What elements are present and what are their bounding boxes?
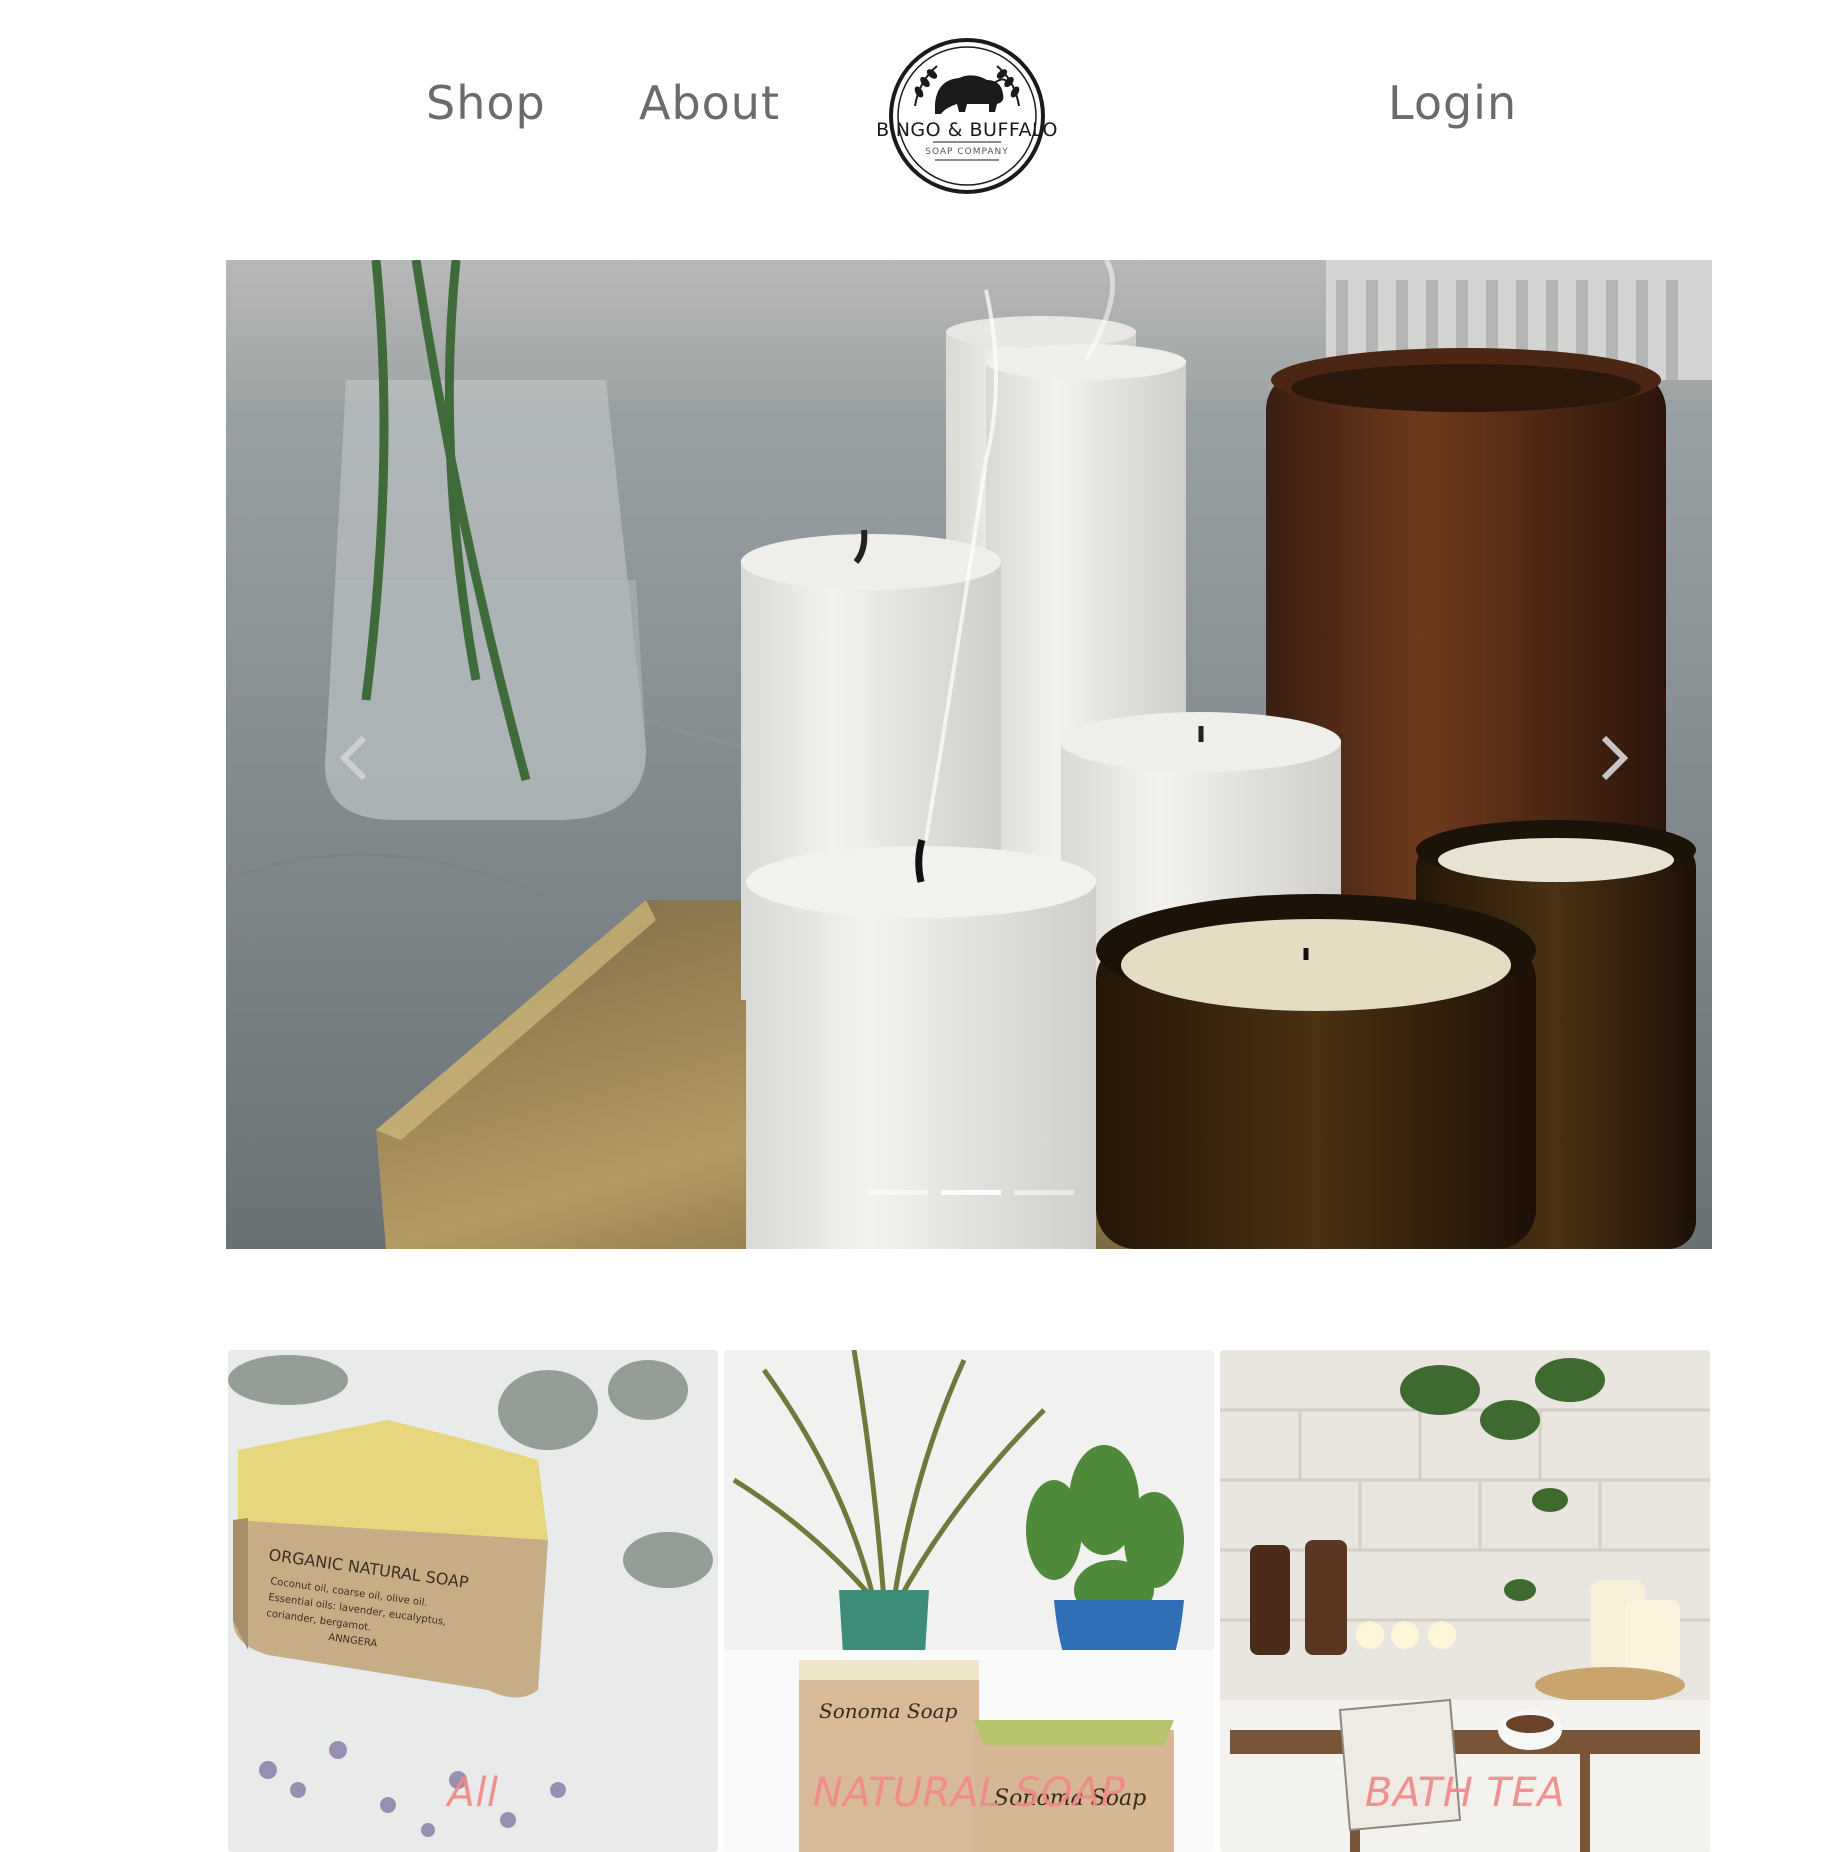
brand-logo[interactable]: BINGO & BUFFALO SOAP COMPANY [855, 36, 1080, 196]
carousel-indicators [868, 1190, 1074, 1198]
chevron-right-icon[interactable] [1594, 730, 1634, 786]
nav-about-link[interactable]: About [639, 76, 780, 130]
carousel-dot-3[interactable] [1014, 1190, 1074, 1195]
logo-brand-text: BINGO & BUFFALO [876, 119, 1058, 141]
candles-photo [226, 260, 1712, 1249]
category-label-bath-tea: BATH TEA [1364, 1770, 1566, 1816]
sonoma-label-1: Sonoma Soap [819, 1699, 958, 1723]
category-label-natural-soap: NATURAL SOAP [812, 1770, 1126, 1816]
category-label-all: All [447, 1770, 499, 1816]
carousel-dot-2[interactable] [941, 1190, 1001, 1195]
category-tile-bath-tea[interactable]: BATH TEA [1220, 1350, 1710, 1852]
nav-login-link[interactable]: Login [1388, 76, 1517, 130]
chevron-left-icon[interactable] [334, 730, 374, 786]
buffalo-icon [935, 75, 1008, 114]
category-tile-natural-soap[interactable]: Sonoma Soap Sonoma Soap NATURAL SOAP [724, 1350, 1214, 1852]
site-header: Shop About BINGO & BUFFALO SOAP COMPANY … [0, 0, 1840, 220]
carousel-dot-1[interactable] [868, 1190, 928, 1195]
logo-tagline: SOAP COMPANY [925, 147, 1008, 157]
nav-shop-link[interactable]: Shop [426, 76, 546, 130]
category-tile-all[interactable]: ORGANIC NATURAL SOAP Coconut oil, coarse… [228, 1350, 718, 1852]
hero-carousel [226, 260, 1712, 1249]
